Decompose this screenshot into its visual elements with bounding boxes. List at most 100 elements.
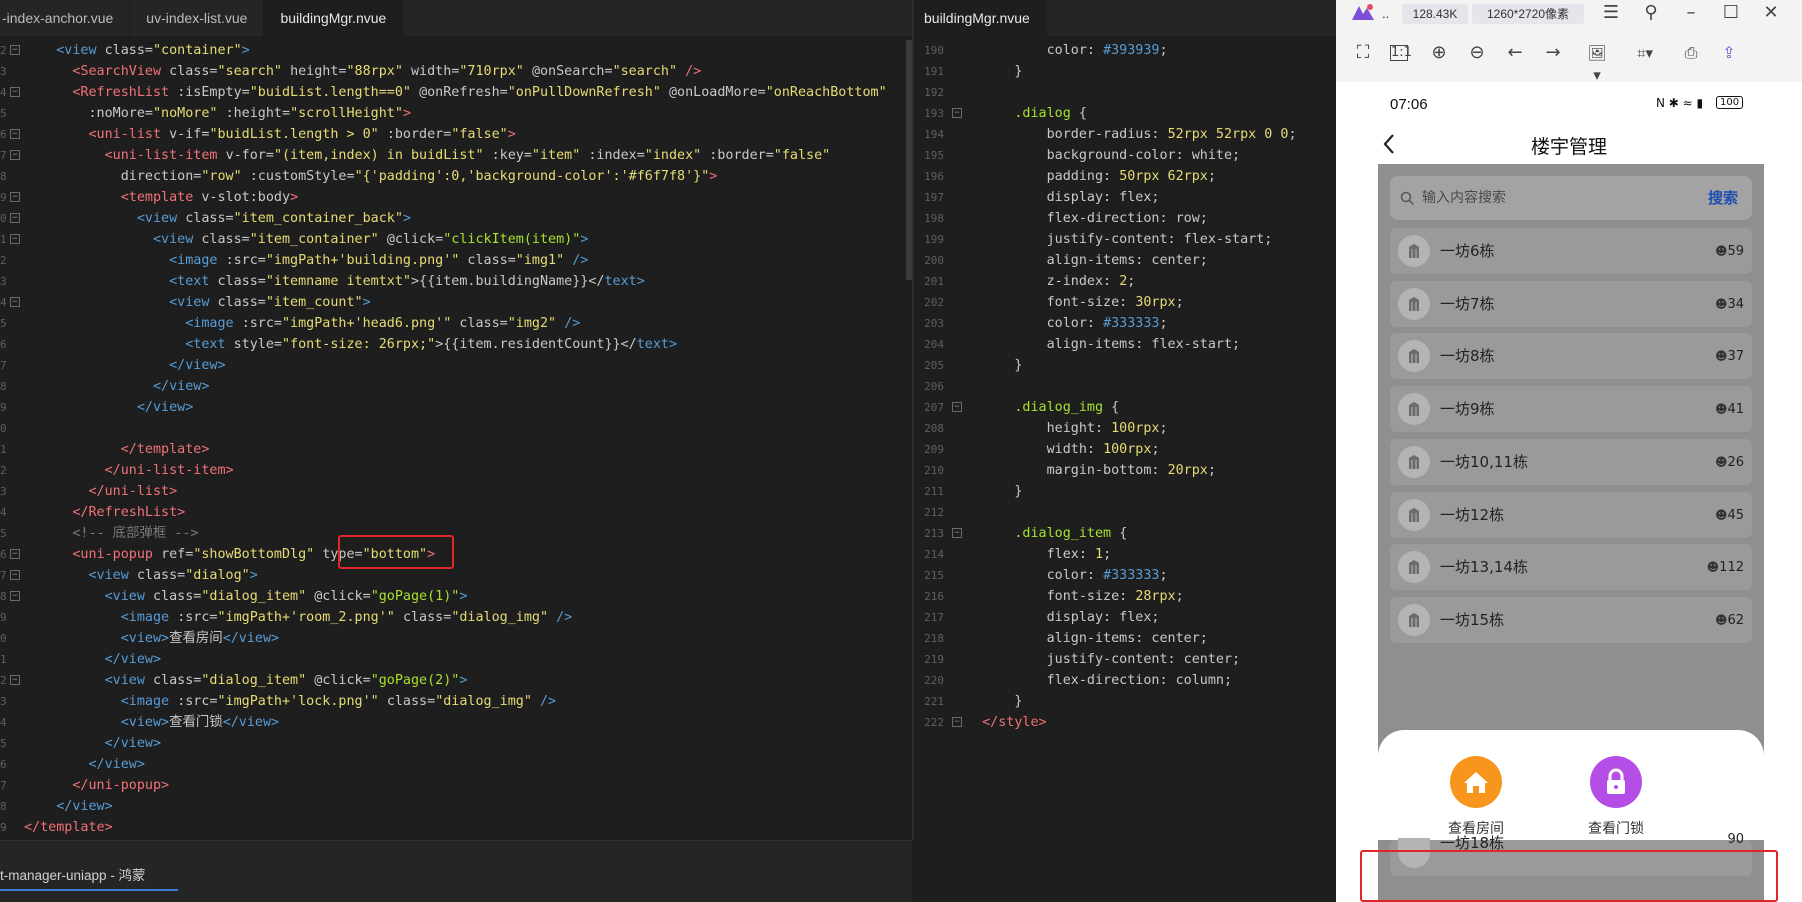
- fold-toggle-icon[interactable]: −: [952, 717, 962, 727]
- list-item[interactable]: 一坊12栋 ☻45: [1390, 491, 1752, 538]
- fold-toggle-icon[interactable]: −: [10, 45, 20, 55]
- fold-toggle-icon[interactable]: −: [10, 213, 20, 223]
- code-token: ;: [1159, 421, 1168, 436]
- fold-toggle-icon[interactable]: −: [10, 675, 20, 685]
- zoom-in-icon[interactable]: ⊕: [1428, 42, 1450, 64]
- right-code-editor[interactable]: 190 color: #393939; 191 } 192 193− .dialog …: [914, 36, 1336, 840]
- code-token: "noMore": [153, 106, 226, 121]
- share-icon[interactable]: ⇪: [1718, 42, 1740, 64]
- code-token: "clickItem(item)": [443, 232, 581, 247]
- tab-buildingmgr-right[interactable]: buildingMgr.nvue: [914, 0, 1047, 36]
- code-token: :src=: [177, 610, 218, 625]
- resident-count-value: 37: [1727, 349, 1744, 365]
- resolution-badge: 1260*2720像素: [1472, 4, 1584, 24]
- list-item[interactable]: 一坊10,11栋 ☻26: [1390, 438, 1752, 485]
- fullscreen-icon[interactable]: ⛶: [1352, 42, 1374, 64]
- right-code-line: justify-content: center;: [966, 649, 1240, 670]
- right-line-number: 191: [924, 65, 944, 78]
- image-edit-icon[interactable]: 🖼▾: [1586, 42, 1608, 84]
- close-icon[interactable]: ✕: [1760, 2, 1782, 24]
- fold-toggle-icon[interactable]: −: [10, 234, 20, 244]
- crop-icon[interactable]: ⌗▾: [1634, 42, 1656, 64]
- maximize-icon[interactable]: ☐: [1720, 2, 1742, 24]
- right-editor-bottom: [914, 840, 1336, 902]
- left-code-line: <view class="item_container" @click="cli…: [24, 229, 588, 250]
- print-icon[interactable]: ⎙: [1680, 42, 1702, 64]
- code-token: "goPage(2)": [370, 673, 460, 688]
- bottom-popup: 查看房间 查看门锁: [1378, 730, 1764, 840]
- right-line-number: 216: [924, 590, 944, 603]
- scrollbar-thumb[interactable]: [906, 40, 912, 280]
- right-code-line: flex: 1;: [966, 544, 1112, 565]
- right-line-number: 203: [924, 317, 944, 330]
- code-token: </view>: [222, 631, 280, 646]
- next-icon[interactable]: →: [1542, 42, 1564, 64]
- code-token: >: [241, 43, 250, 58]
- code-token: #333333: [1103, 568, 1160, 583]
- fold-toggle-icon[interactable]: −: [952, 108, 962, 118]
- tab-buildingmgr[interactable]: buildingMgr.nvue: [264, 0, 404, 36]
- right-code-line: }: [966, 481, 1022, 502]
- fold-toggle-icon[interactable]: −: [10, 87, 20, 97]
- tab-uv-index-list[interactable]: uv-index-list.vue: [130, 0, 265, 36]
- right-code-line: }: [966, 355, 1022, 376]
- code-token: height:: [1046, 421, 1112, 436]
- zoom-out-icon[interactable]: ⊖: [1466, 42, 1488, 64]
- code-token: "showBottomDlg": [193, 547, 323, 562]
- code-token: width:: [1046, 442, 1104, 457]
- actual-size-icon[interactable]: 1:1: [1390, 45, 1412, 61]
- list-item[interactable]: 一坊6栋 ☻59: [1390, 228, 1752, 274]
- previous-icon[interactable]: ←: [1504, 42, 1526, 64]
- fold-toggle-icon[interactable]: −: [10, 150, 20, 160]
- left-code-line: <uni-list v-if="buidList.length > 0" :bo…: [24, 124, 516, 145]
- left-line-number: 0: [0, 212, 7, 225]
- fold-toggle-icon[interactable]: −: [10, 549, 20, 559]
- view-locks-button[interactable]: 查看门锁: [1566, 756, 1666, 838]
- list-item[interactable]: 一坊8栋 ☻37: [1390, 333, 1752, 380]
- list-item[interactable]: 一坊9栋 ☻41: [1390, 386, 1752, 433]
- building-icon: [1398, 551, 1430, 584]
- code-token: <view: [56, 43, 105, 58]
- code-token: :border=: [709, 148, 774, 163]
- list-item[interactable]: 一坊15栋 ☻62: [1390, 596, 1752, 643]
- code-token: justify-content: center;: [1046, 652, 1241, 667]
- bottom-panel-tab[interactable]: t-manager-uniapp - 鸿蒙: [0, 861, 178, 891]
- fold-toggle-icon[interactable]: −: [10, 570, 20, 580]
- list-item[interactable]: 一坊7栋 ☻34: [1390, 280, 1752, 327]
- fold-toggle-icon[interactable]: −: [10, 192, 20, 202]
- list-item[interactable]: 一坊13,14栋 ☻112: [1390, 544, 1752, 591]
- left-code-line: <RefreshList :isEmpty="buidList.length==…: [24, 82, 886, 103]
- minimize-icon[interactable]: –: [1680, 2, 1702, 24]
- view-rooms-button[interactable]: 查看房间: [1426, 756, 1526, 838]
- pin-icon[interactable]: ⚲: [1640, 2, 1662, 24]
- right-line-number: 196: [924, 170, 944, 183]
- left-code-editor[interactable]: 2− <view class="container"> 3 <SearchView…: [0, 36, 912, 840]
- code-token: <view: [136, 211, 186, 226]
- right-line-number: 200: [924, 254, 944, 267]
- building-name: 一坊13,14栋: [1440, 558, 1528, 577]
- tab-index-anchor[interactable]: -index-anchor.vue: [0, 0, 131, 36]
- fold-toggle-icon[interactable]: −: [10, 129, 20, 139]
- search-button[interactable]: 搜索: [1708, 176, 1738, 220]
- fold-toggle-icon[interactable]: −: [952, 402, 962, 412]
- page-title: 楼宇管理: [1530, 136, 1607, 158]
- right-code-line: align-items: center;: [966, 628, 1208, 649]
- fold-toggle-icon[interactable]: −: [10, 297, 20, 307]
- menu-icon[interactable]: ☰: [1600, 2, 1622, 24]
- left-code-line: </template>: [24, 439, 210, 460]
- fold-toggle-icon[interactable]: −: [10, 591, 20, 601]
- viewer-dots: ..: [1382, 6, 1390, 21]
- resident-count-value: 112: [1719, 560, 1744, 576]
- left-code-line: direction="row" :customStyle="{'padding'…: [24, 166, 718, 187]
- bottom-panel-tab-label: t-manager-uniapp - 鸿蒙: [0, 868, 146, 883]
- search-input[interactable]: 输入内容搜索: [1422, 176, 1506, 220]
- fold-toggle-icon[interactable]: −: [952, 528, 962, 538]
- right-line-number: 218: [924, 632, 944, 645]
- code-token: :index=: [588, 148, 645, 163]
